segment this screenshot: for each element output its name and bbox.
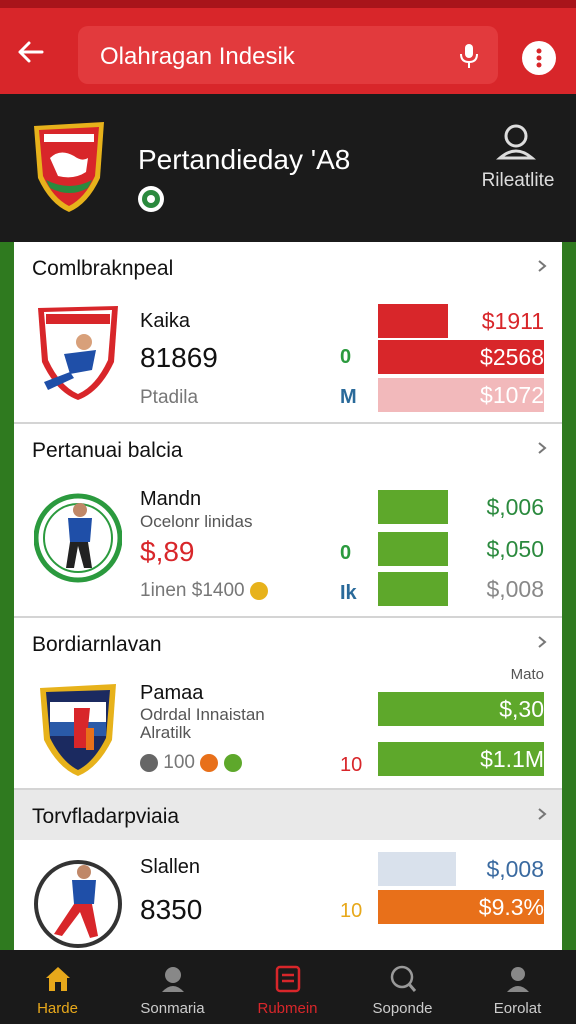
team-footnote-text: 1inen $1400	[140, 580, 245, 601]
coin-icon	[140, 753, 158, 772]
team-subtitle: Odrdal Innaistan Alratilk	[140, 705, 265, 742]
chevron-right-icon	[538, 808, 547, 820]
live-badge[interactable]	[138, 186, 164, 212]
odds-bar[interactable]	[378, 852, 456, 886]
search-input[interactable]: Olahragan Indesik	[100, 43, 295, 71]
odds-value[interactable]: $,050	[486, 536, 544, 563]
nav-item-eorolat[interactable]: Eorolat	[460, 950, 575, 1024]
team-footnote: 100	[140, 752, 242, 774]
nav-label: Eorolat	[493, 1000, 542, 1017]
odds-value[interactable]: $,008	[486, 856, 544, 883]
team-crest-logo	[40, 684, 116, 776]
card-title: Comlbraknpeal	[32, 257, 174, 280]
team-value: $,89	[140, 536, 195, 567]
team-subtitle: Ocelonr linidas	[140, 512, 253, 531]
odds-value[interactable]: $,006	[486, 494, 544, 521]
nav-label: Harde	[37, 1000, 78, 1017]
nav-item-home[interactable]: Harde	[0, 950, 115, 1024]
score-mark: 0	[340, 542, 352, 564]
match-card[interactable]: Pertanuai balcia Mandn Ocelonr linidas $…	[14, 424, 562, 618]
back-button[interactable]	[12, 34, 48, 70]
club-crest-logo	[34, 122, 104, 212]
ball-icon	[142, 190, 160, 208]
chevron-right-icon	[538, 442, 547, 454]
back-arrow-icon	[18, 41, 44, 63]
team-footnote: 1inen $1400	[140, 580, 268, 602]
profile-icon	[507, 967, 529, 992]
search-icon	[390, 965, 417, 992]
nav-label: Rubmein	[257, 1000, 318, 1017]
chevron-right-icon	[538, 636, 547, 648]
card-header[interactable]: Torvfladarpviaia	[14, 790, 562, 840]
home-icon	[46, 967, 70, 991]
card-title: Pertanuai balcia	[32, 439, 183, 462]
card-note: Mato	[510, 666, 544, 683]
profile-button[interactable]: Rileatlite	[468, 118, 568, 218]
search-bar[interactable]: Olahragan Indesik	[78, 26, 498, 84]
team-name: Pamaa	[140, 682, 204, 704]
more-vertical-icon	[536, 48, 542, 68]
odds-bar[interactable]	[378, 572, 448, 606]
card-title: Torvfladarpviaia	[32, 805, 180, 828]
top-bar: Olahragan Indesik	[0, 0, 576, 94]
team-footnote: Ptadila	[140, 387, 199, 408]
card-header[interactable]: Bordiarnlavan	[14, 618, 562, 668]
team-footnote-text: 100	[163, 752, 195, 773]
odds-value[interactable]: $1072	[480, 382, 544, 409]
team-name: Kaika	[140, 310, 191, 332]
document-icon	[275, 965, 301, 993]
nav-item-rubmein[interactable]: Rubmein	[230, 950, 345, 1024]
team-crest-logo	[38, 306, 118, 400]
team-name: Slallen	[140, 856, 201, 878]
odds-value[interactable]: $9.3%	[479, 894, 544, 921]
odds-value[interactable]: $1911	[482, 308, 544, 335]
odds-bar[interactable]	[378, 304, 448, 338]
match-card[interactable]: Comlbraknpeal Kaika 81869 Ptadila 0 M $1…	[14, 242, 562, 424]
coin-icon	[249, 581, 268, 600]
team-crest-logo	[34, 860, 122, 948]
ball-icon	[200, 753, 219, 772]
odds-value[interactable]: $,008	[486, 576, 544, 603]
team-name: Mandn	[140, 488, 202, 510]
team-value: 81869	[140, 342, 218, 373]
team-value: 8350	[140, 894, 203, 925]
team-crest-logo	[34, 493, 122, 583]
mic-icon[interactable]	[458, 42, 480, 70]
match-list: Comlbraknpeal Kaika 81869 Ptadila 0 M $1…	[14, 242, 562, 950]
match-card[interactable]: Bordiarnlavan Mato Pamaa Odrdal Innaista…	[14, 618, 562, 790]
score-mark: Ik	[340, 582, 357, 604]
page-header: Pertandieday 'A8 Rileatlite	[0, 94, 576, 242]
person-icon	[162, 967, 184, 992]
score-mark: 10	[340, 754, 363, 776]
odds-bar[interactable]	[378, 532, 448, 566]
page-title: Pertandieday 'A8	[138, 144, 351, 175]
nav-label: Soponde	[372, 1000, 433, 1017]
card-title: Bordiarnlavan	[32, 633, 162, 656]
odds-value[interactable]: $,30	[499, 696, 544, 723]
profile-label: Rileatlite	[481, 170, 555, 191]
ball-icon	[223, 753, 242, 772]
nav-item-sonmaria[interactable]: Sonmaria	[115, 950, 230, 1024]
nav-item-soponde[interactable]: Soponde	[345, 950, 460, 1024]
odds-value[interactable]: $1.1M	[480, 746, 544, 773]
score-mark: M	[340, 386, 357, 408]
bottom-nav: Harde Sonmaria Rubmein Soponde Eorolat	[0, 950, 576, 1024]
card-header[interactable]: Comlbraknpeal	[14, 242, 562, 292]
score-mark: 10	[340, 900, 363, 922]
user-icon	[496, 124, 536, 160]
score-mark: 0	[340, 346, 352, 368]
chevron-right-icon	[538, 260, 547, 272]
more-options-button[interactable]	[522, 41, 556, 75]
card-header[interactable]: Pertanuai balcia	[14, 424, 562, 474]
match-card[interactable]: Torvfladarpviaia Slallen 8350 10 $,008 $…	[14, 790, 562, 950]
odds-value[interactable]: $2568	[480, 344, 544, 371]
odds-bar[interactable]	[378, 490, 448, 524]
nav-label: Sonmaria	[140, 1000, 205, 1017]
